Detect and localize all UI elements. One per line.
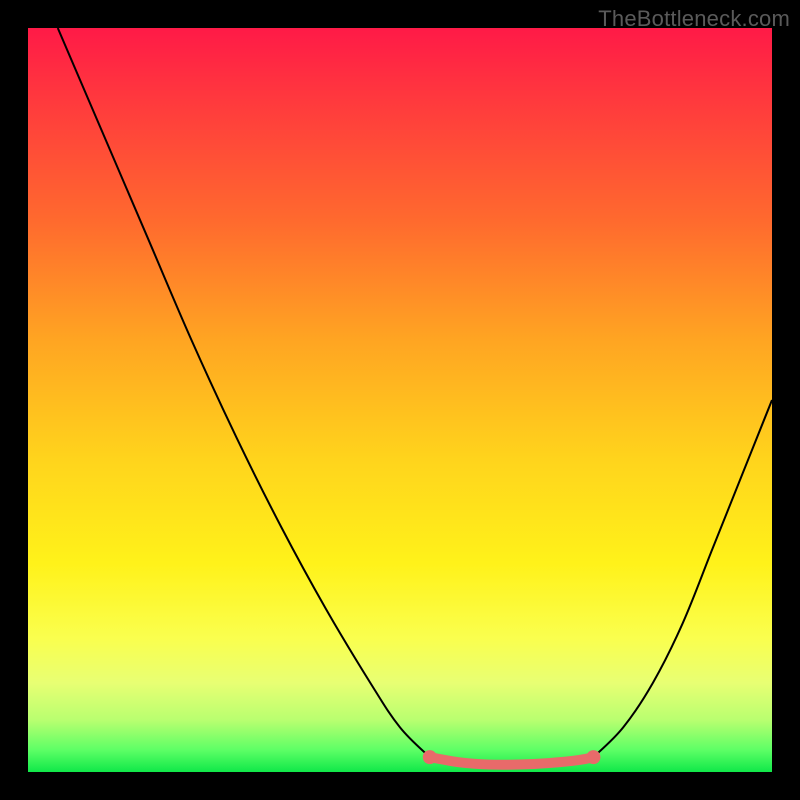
watermark-text: TheBottleneck.com bbox=[598, 6, 790, 32]
right-curve bbox=[593, 400, 772, 757]
plot-area bbox=[28, 28, 772, 772]
curve-layer bbox=[28, 28, 772, 772]
left-curve bbox=[58, 28, 430, 757]
ideal-dot-right bbox=[586, 750, 600, 764]
ideal-band-marker bbox=[430, 757, 594, 765]
ideal-dot-left bbox=[423, 750, 437, 764]
chart-frame: TheBottleneck.com bbox=[0, 0, 800, 800]
